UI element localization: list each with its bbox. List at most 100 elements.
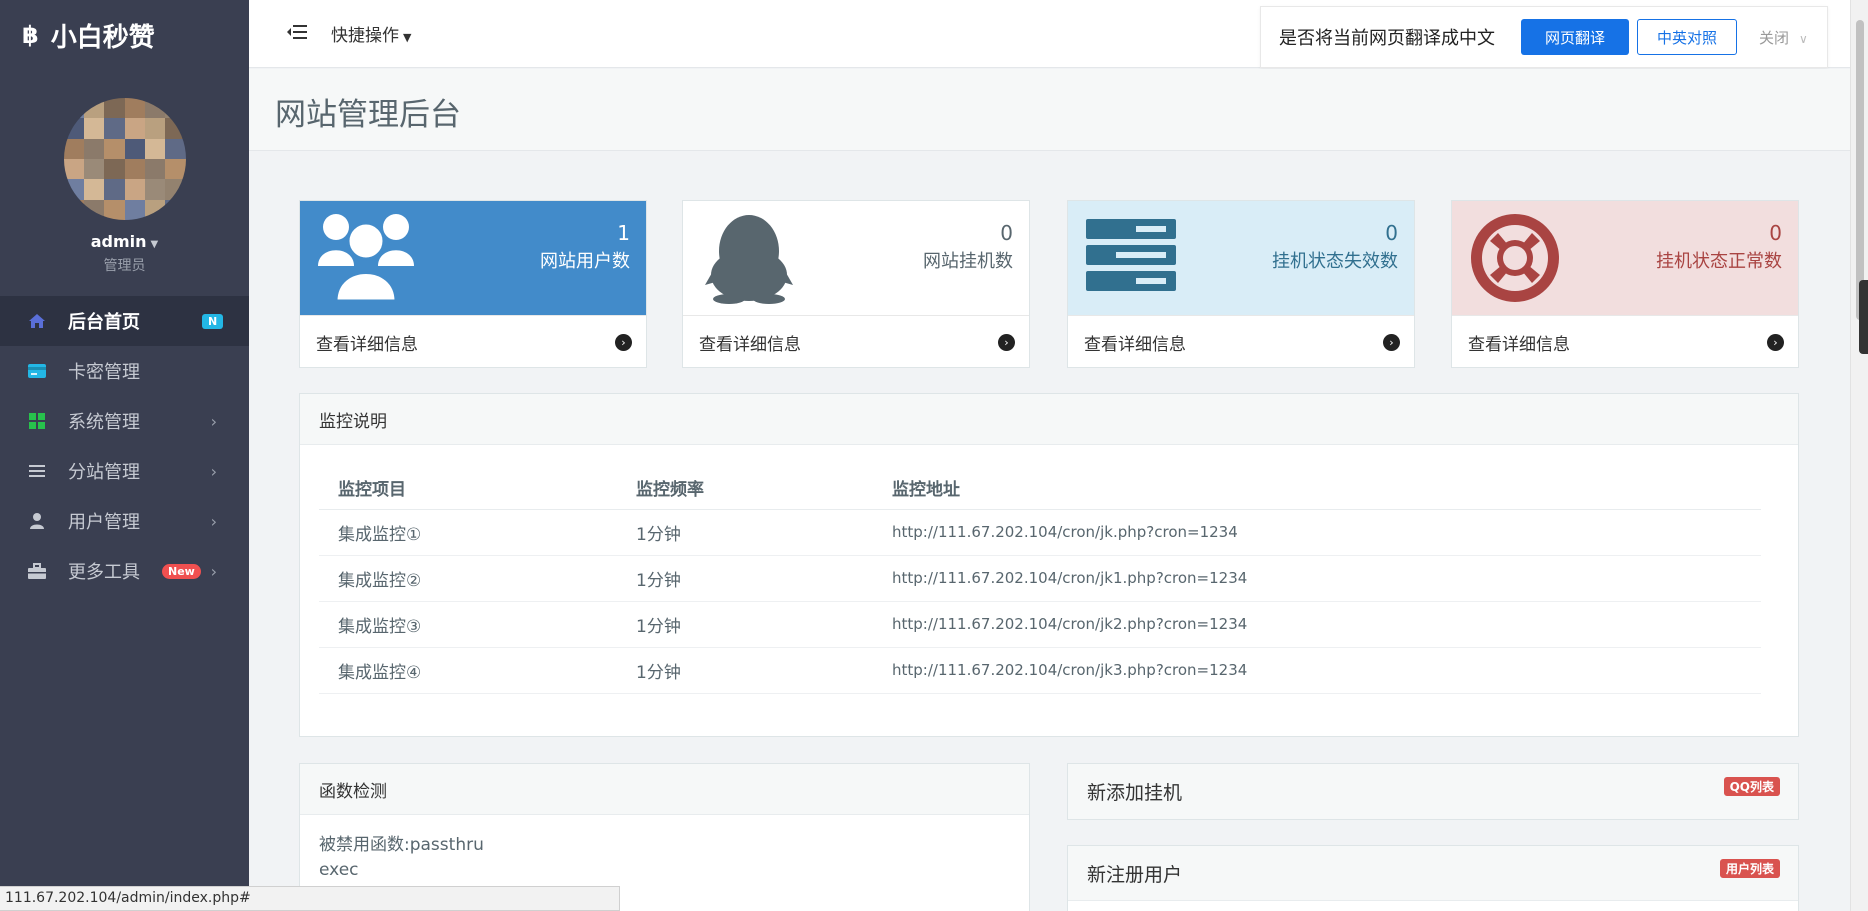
monitor-item: 集成监控③ — [319, 601, 617, 648]
caret-down-icon: ▼ — [150, 239, 159, 250]
bilingual-button[interactable]: 中英对照 — [1637, 19, 1737, 55]
sidebar-item-label: 分站管理 — [68, 462, 140, 483]
sidebar-item-label: 卡密管理 — [68, 362, 140, 383]
stat-card-top: 0 挂机状态正常数 — [1452, 201, 1798, 315]
chevron-right-icon: › — [210, 511, 217, 531]
quick-actions-dropdown[interactable]: 快捷操作 ▼ — [331, 21, 411, 46]
brand-title: 小白秒赞 — [50, 22, 155, 53]
stat-label: 挂机状态失效数 — [1272, 251, 1398, 272]
stat-card-users: 1 网站用户数 查看详细信息 › — [299, 200, 647, 368]
stat-value: 0 — [1000, 221, 1013, 245]
panel-header: 新添加挂机 QQ列表 — [1068, 764, 1798, 819]
server-icon — [1086, 219, 1176, 295]
table-row: 集成监控③ 1分钟 http://111.67.202.104/cron/jk2… — [319, 601, 1761, 648]
panel-title: 新添加挂机 — [1087, 782, 1183, 804]
arrow-circle-right-icon: › — [615, 333, 632, 351]
close-label: 关闭 — [1759, 28, 1790, 47]
browser-status-bar: 111.67.202.104/admin/index.php# — [0, 886, 620, 911]
qq-penguin-icon — [703, 211, 795, 309]
monitor-url[interactable]: http://111.67.202.104/cron/jk3.php?cron=… — [873, 647, 1761, 694]
view-details-link[interactable]: 查看详细信息 › — [1452, 315, 1798, 368]
translate-question: 是否将当前网页翻译成中文 — [1279, 28, 1495, 49]
translate-page-button[interactable]: 网页翻译 — [1521, 19, 1629, 55]
monitor-url[interactable]: http://111.67.202.104/cron/jk.php?cron=1… — [873, 509, 1761, 556]
sidebar-item-label: 系统管理 — [68, 412, 140, 433]
monitor-frequency: 1分钟 — [617, 647, 873, 694]
stat-card-top: 0 挂机状态失效数 — [1068, 201, 1414, 315]
table-row: 集成监控② 1分钟 http://111.67.202.104/cron/jk1… — [319, 555, 1761, 602]
brand[interactable]: ฿ 小白秒赞 — [0, 0, 249, 70]
disabled-functions: 被禁用函数:passthru — [319, 835, 484, 855]
panel-title: 新注册用户 — [1087, 863, 1183, 886]
panel-title: 函数检测 — [300, 764, 1029, 815]
scrollbar-thumb[interactable] — [1856, 20, 1864, 320]
monitor-panel: 监控说明 监控项目 监控频率 监控地址 集成监控① 1分钟 http://111… — [299, 393, 1799, 737]
view-details-link[interactable]: 查看详细信息 › — [300, 315, 646, 368]
qq-list-link[interactable]: QQ列表 — [1723, 777, 1780, 796]
column-header: 监控频率 — [617, 467, 873, 510]
home-icon — [27, 311, 47, 331]
stat-card-failed: 0 挂机状态失效数 查看详细信息 › — [1067, 200, 1415, 368]
stat-value: 1 — [617, 221, 630, 245]
user-menu-toggle[interactable]: admin ▼ — [0, 232, 249, 251]
page-title: 网站管理后台 — [275, 97, 461, 133]
monitor-frequency: 1分钟 — [617, 601, 873, 648]
credit-card-icon — [27, 361, 47, 381]
new-hang-panel: 新添加挂机 QQ列表 — [1067, 763, 1799, 820]
sidebar-item-users[interactable]: 用户管理 › — [0, 496, 249, 546]
monitor-frequency: 1分钟 — [617, 509, 873, 556]
stat-label: 挂机状态正常数 — [1656, 251, 1782, 272]
stat-card-top: 1 网站用户数 — [300, 201, 646, 315]
monitor-item: 集成监控④ — [319, 647, 617, 694]
view-details-label: 查看详细信息 — [699, 334, 801, 355]
monitor-url[interactable]: http://111.67.202.104/cron/jk1.php?cron=… — [873, 555, 1761, 602]
arrow-circle-right-icon: › — [998, 333, 1015, 351]
page-scrollbar[interactable] — [1850, 0, 1868, 911]
column-header: 监控项目 — [319, 467, 617, 510]
monitor-url[interactable]: http://111.67.202.104/cron/jk2.php?cron=… — [873, 601, 1761, 648]
user-list-link[interactable]: 用户列表 — [1719, 859, 1780, 878]
avatar[interactable] — [63, 98, 186, 220]
grid-icon — [27, 411, 47, 431]
side-widget[interactable] — [1859, 280, 1868, 354]
chevron-right-icon: › — [210, 461, 217, 481]
chevron-down-icon: ∨ — [1799, 31, 1808, 46]
stat-card-top: 0 网站挂机数 — [683, 201, 1029, 315]
stat-label: 网站挂机数 — [923, 251, 1013, 272]
arrow-circle-right-icon: › — [1383, 333, 1400, 351]
sidebar-item-label: 后台首页 — [68, 312, 140, 333]
view-details-link[interactable]: 查看详细信息 › — [1068, 315, 1414, 368]
translate-close-button[interactable]: 关闭 ∨ — [1759, 27, 1808, 48]
user-icon — [27, 511, 47, 531]
stat-value: 0 — [1769, 221, 1782, 245]
stat-card-hangs: 0 网站挂机数 查看详细信息 › — [682, 200, 1030, 368]
caret-down-icon: ▼ — [403, 31, 412, 44]
sidebar: ฿ 小白秒赞 admin ▼ 管理员 后台首页 N 卡密管理 系统管理 › 分站… — [0, 0, 249, 911]
panel-header: 新注册用户 用户列表 — [1068, 846, 1798, 901]
view-details-label: 查看详细信息 — [1468, 334, 1570, 355]
sidebar-item-system[interactable]: 系统管理 › — [0, 396, 249, 446]
page-header: 网站管理后台 — [249, 69, 1850, 151]
sidebar-item-label: 更多工具 — [68, 562, 140, 583]
panel-title: 监控说明 — [300, 394, 1798, 445]
list-icon — [27, 461, 47, 481]
user-profile: admin ▼ 管理员 — [0, 70, 249, 296]
sidebar-item-tools[interactable]: 更多工具 New › — [0, 546, 249, 596]
new-user-panel: 新注册用户 用户列表 — [1067, 845, 1799, 911]
disabled-function-item: exec — [319, 860, 359, 880]
stat-value: 0 — [1385, 221, 1398, 245]
sidebar-item-label: 用户管理 — [68, 512, 140, 533]
monitor-item: 集成监控① — [319, 509, 617, 556]
user-name: admin — [90, 232, 147, 251]
view-details-link[interactable]: 查看详细信息 › — [683, 315, 1029, 368]
chevron-right-icon: › — [210, 561, 217, 581]
sidebar-item-substation[interactable]: 分站管理 › — [0, 446, 249, 496]
sidebar-item-home[interactable]: 后台首页 N — [0, 296, 249, 346]
table-header-row: 监控项目 监控频率 监控地址 — [319, 467, 1761, 510]
menu-toggle-icon[interactable] — [287, 24, 307, 44]
bitcoin-icon: ฿ — [22, 21, 39, 49]
new-badge: N — [202, 313, 224, 329]
chevron-right-icon: › — [210, 411, 217, 431]
life-ring-icon — [1470, 213, 1560, 307]
sidebar-item-cards[interactable]: 卡密管理 — [0, 346, 249, 396]
